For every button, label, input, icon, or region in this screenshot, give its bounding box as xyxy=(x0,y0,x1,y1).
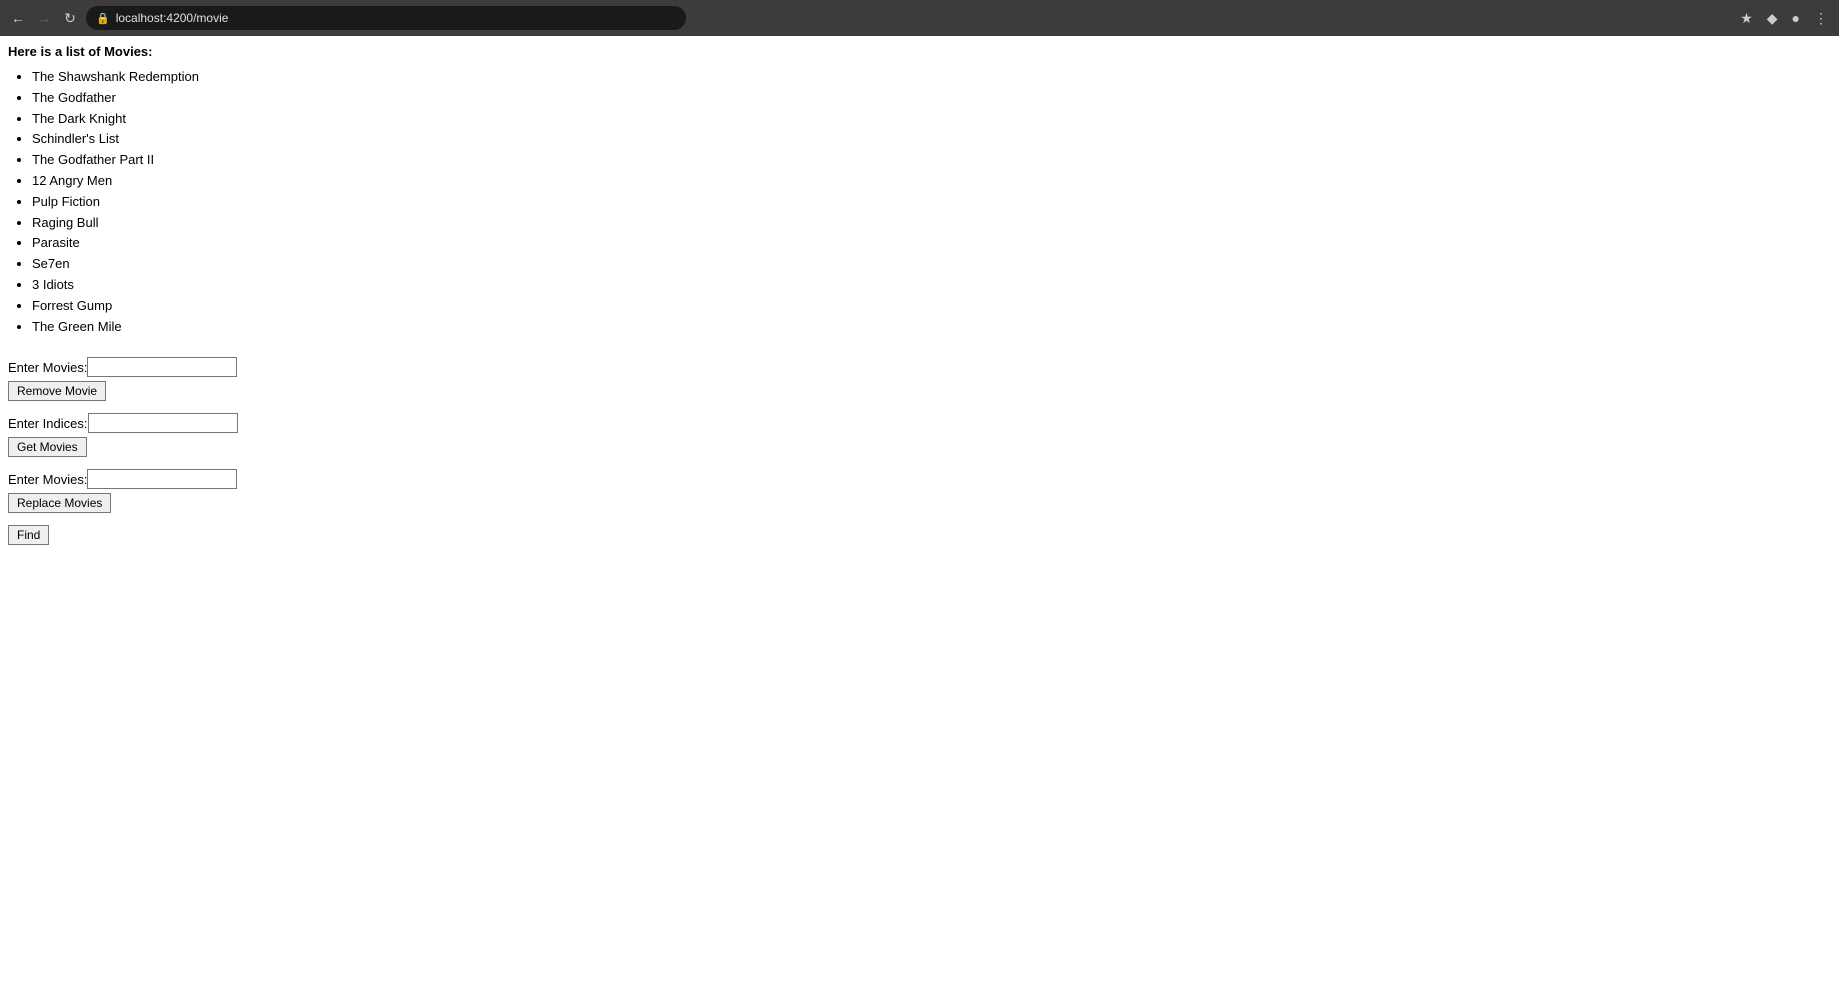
page-content: Here is a list of Movies: The Shawshank … xyxy=(0,36,1839,565)
address-bar[interactable]: 🔒 localhost:4200/movie xyxy=(86,6,686,30)
list-item: The Godfather Part II xyxy=(32,150,1831,171)
list-item: Raging Bull xyxy=(32,213,1831,234)
browser-actions: ★ ◆ ● ⋮ xyxy=(1737,7,1831,30)
menu-icon[interactable]: ⋮ xyxy=(1811,7,1831,30)
url-text: localhost:4200/movie xyxy=(116,11,676,25)
browser-chrome: ← → ↻ 🔒 localhost:4200/movie ★ ◆ ● ⋮ xyxy=(0,0,1839,36)
remove-movie-section: Enter Movies: Remove Movie xyxy=(8,357,1831,401)
back-button[interactable]: ← xyxy=(8,8,28,28)
list-item: 3 Idiots xyxy=(32,275,1831,296)
list-item: The Green Mile xyxy=(32,317,1831,338)
indices-input[interactable] xyxy=(88,413,238,433)
replace-movies-button[interactable]: Replace Movies xyxy=(8,493,111,513)
list-item: Parasite xyxy=(32,233,1831,254)
reload-button[interactable]: ↻ xyxy=(60,8,80,28)
list-item: Se7en xyxy=(32,254,1831,275)
find-section: Find xyxy=(8,525,1831,545)
forward-button[interactable]: → xyxy=(34,8,54,28)
replace-movies-input[interactable] xyxy=(87,469,237,489)
list-item: The Godfather xyxy=(32,88,1831,109)
remove-movie-row: Enter Movies: xyxy=(8,357,1831,377)
bookmark-icon[interactable]: ★ xyxy=(1737,7,1756,30)
lock-icon: 🔒 xyxy=(96,12,110,25)
page-title: Here is a list of Movies: xyxy=(8,44,1831,59)
list-item: The Shawshank Redemption xyxy=(32,67,1831,88)
remove-movies-label: Enter Movies: xyxy=(8,360,87,375)
replace-movies-row: Enter Movies: xyxy=(8,469,1831,489)
get-movies-section: Enter Indices: Get Movies xyxy=(8,413,1831,457)
remove-movie-button[interactable]: Remove Movie xyxy=(8,381,106,401)
replace-movies-label: Enter Movies: xyxy=(8,472,87,487)
list-item: The Dark Knight xyxy=(32,109,1831,130)
list-item: 12 Angry Men xyxy=(32,171,1831,192)
remove-movies-input[interactable] xyxy=(87,357,237,377)
indices-label: Enter Indices: xyxy=(8,416,88,431)
list-item: Schindler's List xyxy=(32,129,1831,150)
get-movies-button[interactable]: Get Movies xyxy=(8,437,87,457)
movies-list: The Shawshank RedemptionThe GodfatherThe… xyxy=(8,67,1831,337)
extensions-icon[interactable]: ◆ xyxy=(1764,7,1781,30)
indices-row: Enter Indices: xyxy=(8,413,1831,433)
find-button[interactable]: Find xyxy=(8,525,49,545)
profile-icon[interactable]: ● xyxy=(1789,7,1803,29)
list-item: Forrest Gump xyxy=(32,296,1831,317)
replace-movies-section: Enter Movies: Replace Movies xyxy=(8,469,1831,513)
list-item: Pulp Fiction xyxy=(32,192,1831,213)
